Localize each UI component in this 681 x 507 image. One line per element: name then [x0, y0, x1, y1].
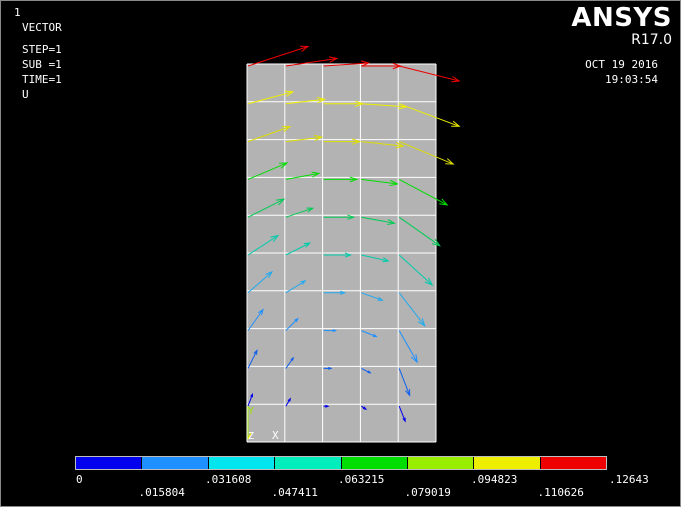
legend-color-band: [341, 457, 408, 469]
legend-color-band: [208, 457, 276, 469]
legend-tick-label: .12643: [609, 473, 649, 486]
legend-tick-label: 0: [76, 473, 83, 486]
legend-tick-label: .110626: [537, 486, 584, 499]
displacement-arrow: [247, 45, 310, 67]
element-mesh: [246, 63, 437, 443]
legend-color-band: [540, 457, 606, 469]
legend-color-band: [474, 457, 541, 469]
legend-tick-label: .031608: [205, 473, 252, 486]
triad-x-label: X: [272, 429, 279, 442]
legend-tick-label: .047411: [271, 486, 318, 499]
triad-y-label: Y: [248, 406, 254, 417]
legend-tick-label: .094823: [471, 473, 518, 486]
legend-color-band: [407, 457, 475, 469]
triad-z-label: Z: [248, 431, 254, 442]
legend-color-band: [76, 457, 143, 469]
legend-tick-label: .079019: [404, 486, 451, 499]
contour-legend-bar: [75, 456, 607, 470]
legend-tick-label: .063215: [338, 473, 385, 486]
legend-color-band: [275, 457, 342, 469]
legend-color-band: [142, 457, 209, 469]
graphics-window[interactable]: 1 VECTOR STEP=1 SUB =1 TIME=1 U ANSYS R1…: [0, 0, 681, 507]
legend-tick-label: .015804: [138, 486, 185, 499]
vector-plot[interactable]: Y Z X: [1, 1, 680, 506]
